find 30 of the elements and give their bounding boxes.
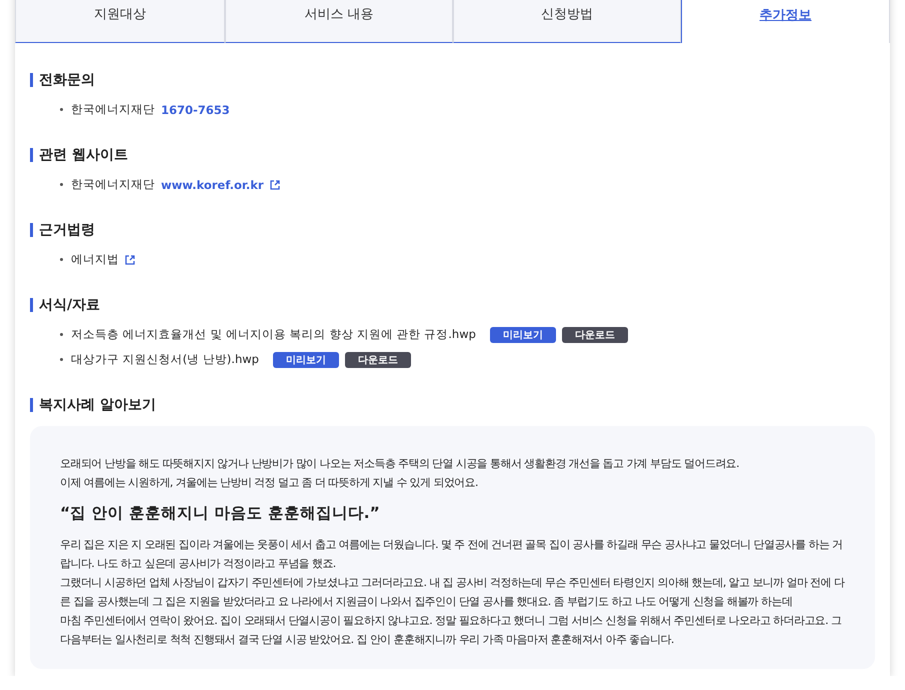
website-link[interactable]: www.koref.or.kr (161, 178, 264, 192)
bullet-icon (60, 333, 63, 336)
item-text: 에너지법 (71, 252, 119, 267)
section-heading: 서식/자료 (30, 298, 875, 312)
download-button[interactable]: 다운로드 (344, 352, 411, 368)
external-link-icon[interactable] (125, 254, 135, 264)
item-text: 대상가구 지원신청서(냉 난방).hwp (71, 352, 259, 367)
external-link-icon[interactable] (270, 180, 280, 190)
section-heading: 관련 웹사이트 (30, 148, 875, 162)
intro-paragraph: 오래되어 난방을 해도 따뜻해지지 않거나 난방비가 많이 나오는 저소득층 주택의 단열 시공을 통해서 생활환경 개선을 돕고 가계 부담도 덜어드려요. 이제 여름에는 시원하게, 겨울에는 난방비 걱정 덜고 좀 더 따뜻하게 지낼 수 있게 되었어요. (60, 456, 740, 491)
section-heading: 근거법령 (30, 223, 875, 237)
section-heading: 복지사례 알아보기 (30, 398, 875, 412)
tab[interactable]: 지원대상 (15, 0, 225, 43)
tab[interactable]: 신청방법 (453, 0, 681, 43)
section-heading: 전화문의 (30, 73, 875, 87)
tab[interactable]: 서비스 내용 (225, 0, 453, 43)
download-button[interactable]: 다운로드 (562, 326, 628, 342)
phone-link[interactable]: 1670-7653 (161, 102, 230, 116)
bullet-icon (60, 258, 63, 261)
story-paragraph: 우리 집은 지은 지 오래된 집이라 겨울에는 웃풍이 세서 춥고 여름에는 더웠습니다. 몇 주 전에 건너편 골목 집이 공사를 하길래 무슨 공사냐고 물었더니 단열공사를 하는 거 랍니다. 나도 하고 싶은데 공사비가 걱정이라고 푸념을 했죠. 그랬더니 시공하던 업체 사장님이 갑자기 주민센터에 가보셨냐고 그러더라고요. 내 집 공사비 걱정하는데 무슨 주민센터 타령인지 의아해 했는데, 알고 보니까 얼마 전에 다 른 집을 공사했는데 그 집은 지원을 받았더라고 요 나라에서 지원금이 나와서 집주인이 단열 공사를 했대요. 좀 부럽기도 하고 나도 어떻게 신청을 해볼까 하는데 마침 주민센터에서 연락이 왔어요. 집이 오래돼서 단열시공이 필요하지 않냐고요. 정말 필요하다고 했더니 그럼 서비스 신청을 위해서 주민센터로 나오라고 하더라고요. 그 다음부터는 일사천리로 척척 진행돼서 결국 단열 시공 받았어요. 집 안이 훈훈해지니까 우리 가족 마음마저 훈훈해져서 아주 좋습니다. (60, 537, 846, 648)
preview-button[interactable]: 미리보기 (272, 352, 339, 368)
bullet-icon (60, 183, 63, 186)
quote-heading: “집 안이 훈훈해지니 마음도 훈훈해집니다.” (60, 504, 381, 523)
bullet-icon (60, 358, 63, 361)
tab[interactable]: 추가정보 (681, 0, 890, 43)
preview-button[interactable]: 미리보기 (490, 326, 556, 342)
item-text: 한국에너지재단 (71, 177, 155, 192)
item-text: 저소득층 에너지효율개선 및 에너지이용 복리의 향상 지원에 관한 규정.hwp (71, 327, 476, 342)
item-text: 한국에너지재단 (71, 102, 155, 117)
bullet-icon (60, 108, 63, 111)
